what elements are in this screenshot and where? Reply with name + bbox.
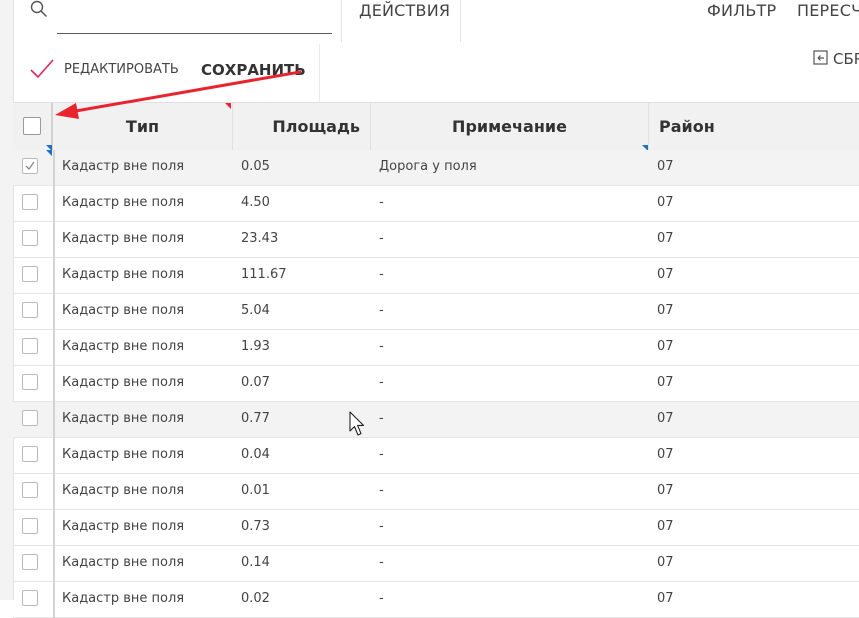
mouse-cursor-icon — [349, 411, 365, 436]
annotation-arrow — [55, 70, 302, 119]
